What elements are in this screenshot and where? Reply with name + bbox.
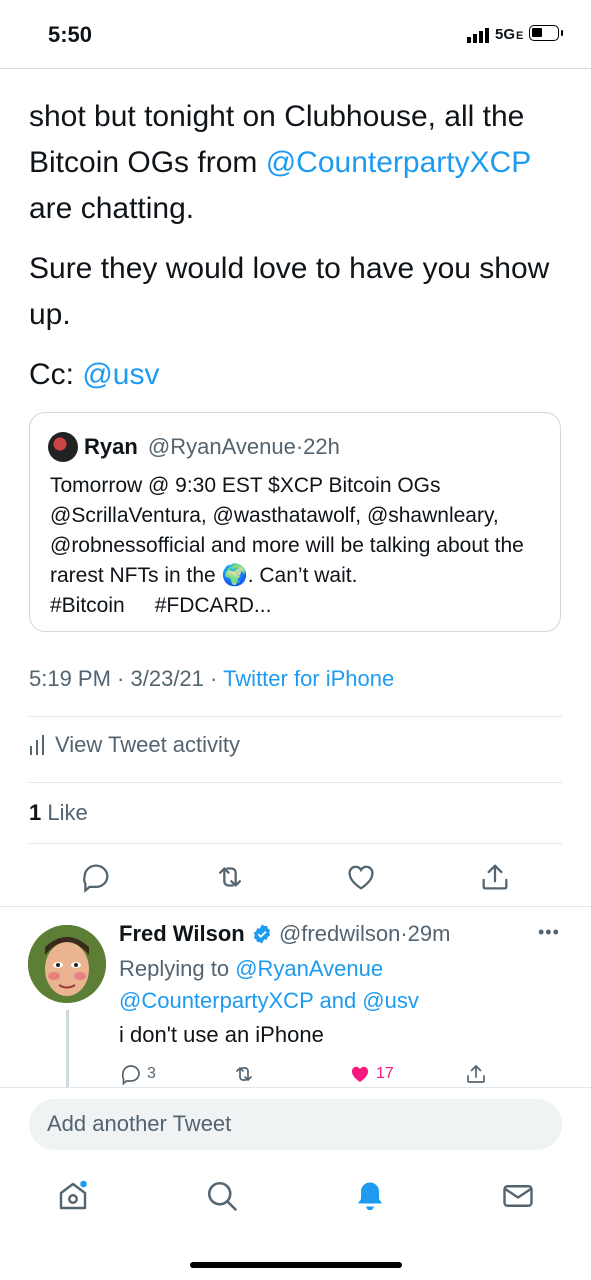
mention-counterpartyxcp[interactable]: @CounterpartyXCP [266, 146, 531, 179]
add-tweet-input[interactable]: Add another Tweet [29, 1099, 562, 1150]
tweet-meta: 5:19 PM · 3/23/21 · Twitter for iPhone [29, 666, 395, 691]
quoted-author-name: Ryan [84, 434, 138, 459]
status-bar: 5:50 5GE [0, 0, 591, 68]
reply-text: i don't use an iPhone [119, 1022, 324, 1047]
retweet-icon [236, 1067, 252, 1081]
tweet-time: 5:19 PM [29, 666, 111, 691]
composer-placeholder: Add another Tweet [47, 1111, 232, 1136]
likes-count[interactable]: 1 Like [29, 800, 88, 826]
hashtag-fdcard[interactable]: #FDCARD... [155, 594, 272, 617]
quoted-tweet-body: Tomorrow @ 9:30 EST $XCP Bitcoin OGs @Sc… [50, 474, 524, 617]
divider [0, 906, 591, 907]
reply-reply-button[interactable]: 3 [119, 1062, 156, 1086]
cellular-signal-icon [467, 28, 489, 43]
divider [29, 843, 562, 844]
mention-usv[interactable]: @usv [82, 358, 159, 391]
battery-nub [561, 30, 563, 36]
home-icon[interactable] [55, 1178, 91, 1214]
retweet-icon[interactable] [213, 860, 247, 894]
quoted-author-handle: @RyanAvenue [147, 434, 296, 459]
divider [29, 782, 562, 783]
reply-author-handle: @fredwilson [278, 921, 401, 946]
tweet-text: _shot but tonight on Clubhouse, all the … [29, 48, 574, 412]
heart-filled-icon [351, 1066, 369, 1082]
view-tweet-activity-button[interactable]: View Tweet activity [29, 732, 240, 758]
mention-counterpartyxcp[interactable]: @CounterpartyXCP [119, 988, 313, 1013]
avatar[interactable] [28, 925, 106, 1003]
tweet-paragraph-1: _shot but tonight on Clubhouse, all the … [29, 100, 531, 225]
tweet-source-link[interactable]: Twitter for iPhone [223, 666, 394, 691]
more-options-icon[interactable]: ••• [538, 922, 560, 943]
home-indicator [190, 1262, 402, 1268]
messages-icon[interactable] [500, 1178, 536, 1214]
battery-icon [529, 25, 559, 41]
reply-time: 29m [407, 921, 451, 946]
quoted-tweet-time: 22h [303, 434, 340, 459]
tweet-date: 3/23/21 [130, 666, 204, 691]
reply-author-name[interactable]: Fred Wilson [119, 921, 245, 946]
reply-header: Fred Wilson @fredwilson·29m [119, 921, 451, 946]
reply-retweet-button[interactable] [231, 1062, 257, 1086]
divider [29, 716, 562, 717]
search-icon[interactable] [204, 1178, 240, 1214]
share-icon[interactable] [478, 860, 512, 894]
reply-share-button[interactable] [464, 1062, 488, 1086]
tweet-paragraph-2: Sure they would love to have you show up… [29, 252, 550, 331]
network-type: 5GE [495, 26, 524, 43]
quoted-tweet[interactable]: Ryan @RyanAvenue·22h Tomorrow @ 9:30 EST… [29, 412, 561, 632]
header-divider [0, 68, 591, 69]
reply-like-button[interactable]: 17 [348, 1062, 394, 1086]
reply-icon[interactable] [79, 860, 113, 894]
mention-ryanavenue[interactable]: @RyanAvenue [235, 956, 383, 981]
tweet-paragraph-3: Cc: @usv [29, 358, 160, 391]
notifications-icon[interactable] [352, 1178, 388, 1214]
avatar[interactable] [48, 432, 78, 462]
share-icon [467, 1065, 485, 1083]
thread-line [66, 1010, 69, 1090]
globe-emoji: 🌍 [221, 564, 248, 587]
quoted-tweet-header: Ryan @RyanAvenue·22h [84, 434, 340, 459]
mention-usv[interactable]: @usv [362, 988, 419, 1013]
reply-icon [121, 1065, 140, 1086]
replying-to: Replying to @RyanAvenue @CounterpartyXCP … [119, 956, 419, 1013]
hashtag-bitcoin[interactable]: #Bitcoin [50, 594, 125, 617]
analytics-icon [30, 735, 44, 755]
verified-badge-icon [253, 924, 270, 944]
like-icon[interactable] [344, 860, 378, 894]
status-time: 5:50 [48, 22, 93, 47]
